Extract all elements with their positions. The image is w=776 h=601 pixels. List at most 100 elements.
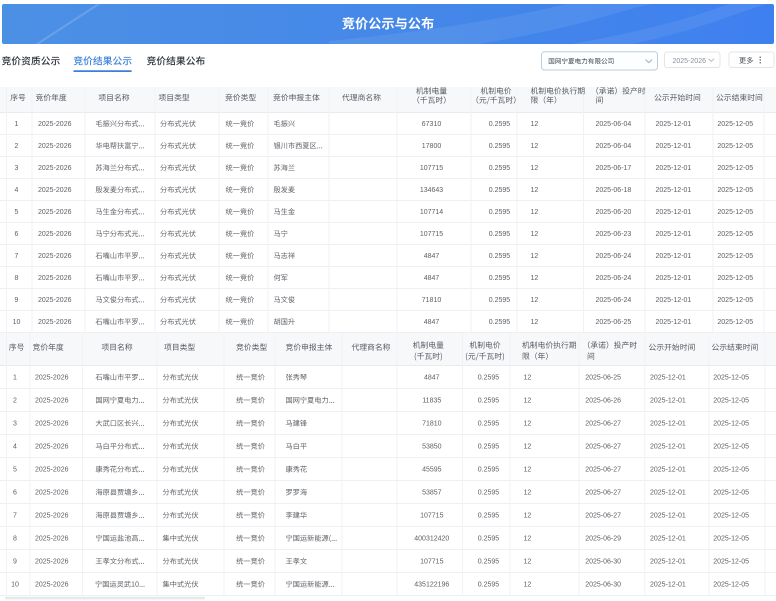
svg-text:2025-2026: 2025-2026 — [35, 421, 69, 428]
svg-text:0.2595: 0.2595 — [478, 444, 500, 451]
svg-text:12: 12 — [524, 444, 532, 451]
svg-text:12: 12 — [524, 421, 532, 428]
svg-text:11835: 11835 — [422, 398, 441, 405]
svg-text:0.2595: 0.2595 — [478, 490, 500, 497]
svg-text:0.2595: 0.2595 — [489, 165, 511, 172]
svg-text:2025-2026: 2025-2026 — [35, 467, 69, 474]
svg-text:2025-12-01: 2025-12-01 — [656, 253, 692, 260]
svg-text:5: 5 — [15, 209, 19, 216]
svg-text:2025-06-25: 2025-06-25 — [596, 319, 632, 326]
svg-text:3: 3 — [15, 165, 19, 172]
svg-text:2025-12-01: 2025-12-01 — [650, 467, 686, 474]
svg-text:12: 12 — [531, 253, 539, 260]
svg-text:2025-2026: 2025-2026 — [35, 490, 69, 497]
svg-text:1: 1 — [15, 121, 19, 128]
svg-text:2025-06-27: 2025-06-27 — [585, 490, 621, 497]
svg-text:2025-12-05: 2025-12-05 — [713, 582, 749, 589]
svg-text:17800: 17800 — [422, 143, 442, 150]
svg-text:2025-12-01: 2025-12-01 — [650, 513, 686, 520]
svg-text:2025-2026: 2025-2026 — [38, 275, 72, 282]
svg-text:5: 5 — [13, 467, 17, 474]
svg-text:2025-2026: 2025-2026 — [35, 375, 69, 382]
svg-text:107715: 107715 — [420, 559, 443, 566]
svg-text:2025-2026: 2025-2026 — [38, 187, 72, 194]
svg-text:2025-12-05: 2025-12-05 — [717, 253, 753, 260]
svg-text:0.2595: 0.2595 — [478, 375, 500, 382]
svg-text:2025-12-05: 2025-12-05 — [713, 421, 749, 428]
svg-text:2025-12-05: 2025-12-05 — [713, 536, 749, 543]
svg-text:0.2595: 0.2595 — [489, 121, 511, 128]
svg-text:2025-12-05: 2025-12-05 — [717, 297, 753, 304]
svg-text:6: 6 — [15, 231, 19, 238]
svg-text:2025-2026: 2025-2026 — [35, 536, 69, 543]
svg-text:2025-2026: 2025-2026 — [38, 209, 72, 216]
svg-text:2025-06-27: 2025-06-27 — [585, 444, 621, 451]
svg-text:0.2595: 0.2595 — [478, 559, 500, 566]
svg-text:12: 12 — [531, 209, 539, 216]
svg-text:2025-06-26: 2025-06-26 — [585, 398, 621, 405]
svg-text:2025-12-01: 2025-12-01 — [656, 297, 692, 304]
svg-text:2: 2 — [13, 398, 17, 405]
svg-text:2025-2026: 2025-2026 — [35, 398, 69, 405]
svg-text:4847: 4847 — [424, 253, 440, 260]
svg-text:2025-12-01: 2025-12-01 — [650, 375, 686, 382]
svg-text:0.2595: 0.2595 — [489, 187, 511, 194]
svg-text:2025-06-24: 2025-06-24 — [596, 275, 632, 282]
svg-text:2025-06-30: 2025-06-30 — [585, 582, 621, 589]
svg-text:2025-12-01: 2025-12-01 — [650, 559, 686, 566]
svg-text:2025-12-05: 2025-12-05 — [717, 231, 753, 238]
svg-text:2025-2026: 2025-2026 — [35, 582, 69, 589]
svg-text:2025-12-01: 2025-12-01 — [656, 275, 692, 282]
svg-text:107715: 107715 — [420, 165, 443, 172]
svg-text:7: 7 — [13, 513, 17, 520]
svg-text:2: 2 — [15, 143, 19, 150]
svg-text:2025-06-20: 2025-06-20 — [596, 209, 632, 216]
svg-text:12: 12 — [524, 559, 532, 566]
svg-text:4: 4 — [13, 444, 17, 451]
svg-text:2025-12-01: 2025-12-01 — [656, 319, 692, 326]
svg-text:0.2595: 0.2595 — [478, 467, 500, 474]
svg-text:2025-06-18: 2025-06-18 — [596, 187, 632, 194]
svg-text:134643: 134643 — [420, 187, 443, 194]
svg-text:12: 12 — [524, 490, 532, 497]
svg-text:2025-12-05: 2025-12-05 — [713, 375, 749, 382]
svg-text:2025-12-01: 2025-12-01 — [650, 444, 686, 451]
svg-text:0.2595: 0.2595 — [489, 275, 511, 282]
svg-text:2025-2026: 2025-2026 — [38, 143, 72, 150]
svg-text:4847: 4847 — [424, 375, 440, 382]
svg-text:2025-2026: 2025-2026 — [38, 297, 72, 304]
svg-text:2025-06-29: 2025-06-29 — [585, 536, 621, 543]
svg-text:0.2595: 0.2595 — [478, 421, 500, 428]
svg-text:12: 12 — [531, 231, 539, 238]
svg-text:67310: 67310 — [422, 121, 442, 128]
svg-text:2025-12-05: 2025-12-05 — [713, 559, 749, 566]
svg-text:12: 12 — [531, 143, 539, 150]
svg-text:12: 12 — [524, 375, 532, 382]
svg-text:12: 12 — [524, 398, 532, 405]
svg-text:2025-2026: 2025-2026 — [35, 444, 69, 451]
svg-text:2025-2026: 2025-2026 — [35, 513, 69, 520]
svg-text:2025-2026: 2025-2026 — [38, 253, 72, 260]
svg-text:2025-12-05: 2025-12-05 — [713, 490, 749, 497]
svg-text:12: 12 — [524, 536, 532, 543]
svg-text:2025-12-01: 2025-12-01 — [650, 421, 686, 428]
svg-text:2025-2026: 2025-2026 — [38, 165, 72, 172]
svg-text:2025-06-30: 2025-06-30 — [585, 559, 621, 566]
svg-text:2025-12-01: 2025-12-01 — [656, 231, 692, 238]
svg-text:12: 12 — [524, 582, 532, 589]
svg-text:0.2595: 0.2595 — [478, 398, 500, 405]
svg-text:2025-12-01: 2025-12-01 — [650, 490, 686, 497]
svg-text:2025-12-01: 2025-12-01 — [656, 143, 692, 150]
svg-text:2025-06-17: 2025-06-17 — [596, 165, 632, 172]
svg-text:12: 12 — [524, 467, 532, 474]
svg-text:2025-12-01: 2025-12-01 — [656, 165, 692, 172]
svg-text:0.2595: 0.2595 — [478, 513, 500, 520]
svg-text:12: 12 — [531, 165, 539, 172]
svg-text:12: 12 — [524, 513, 532, 520]
svg-text:45595: 45595 — [422, 467, 442, 474]
svg-text:2025-06-04: 2025-06-04 — [596, 121, 632, 128]
svg-text:2025-12-05: 2025-12-05 — [717, 187, 753, 194]
svg-text:2025-12-05: 2025-12-05 — [713, 467, 749, 474]
svg-text:2025-06-04: 2025-06-04 — [596, 143, 632, 150]
svg-text:2025-12-05: 2025-12-05 — [717, 143, 753, 150]
